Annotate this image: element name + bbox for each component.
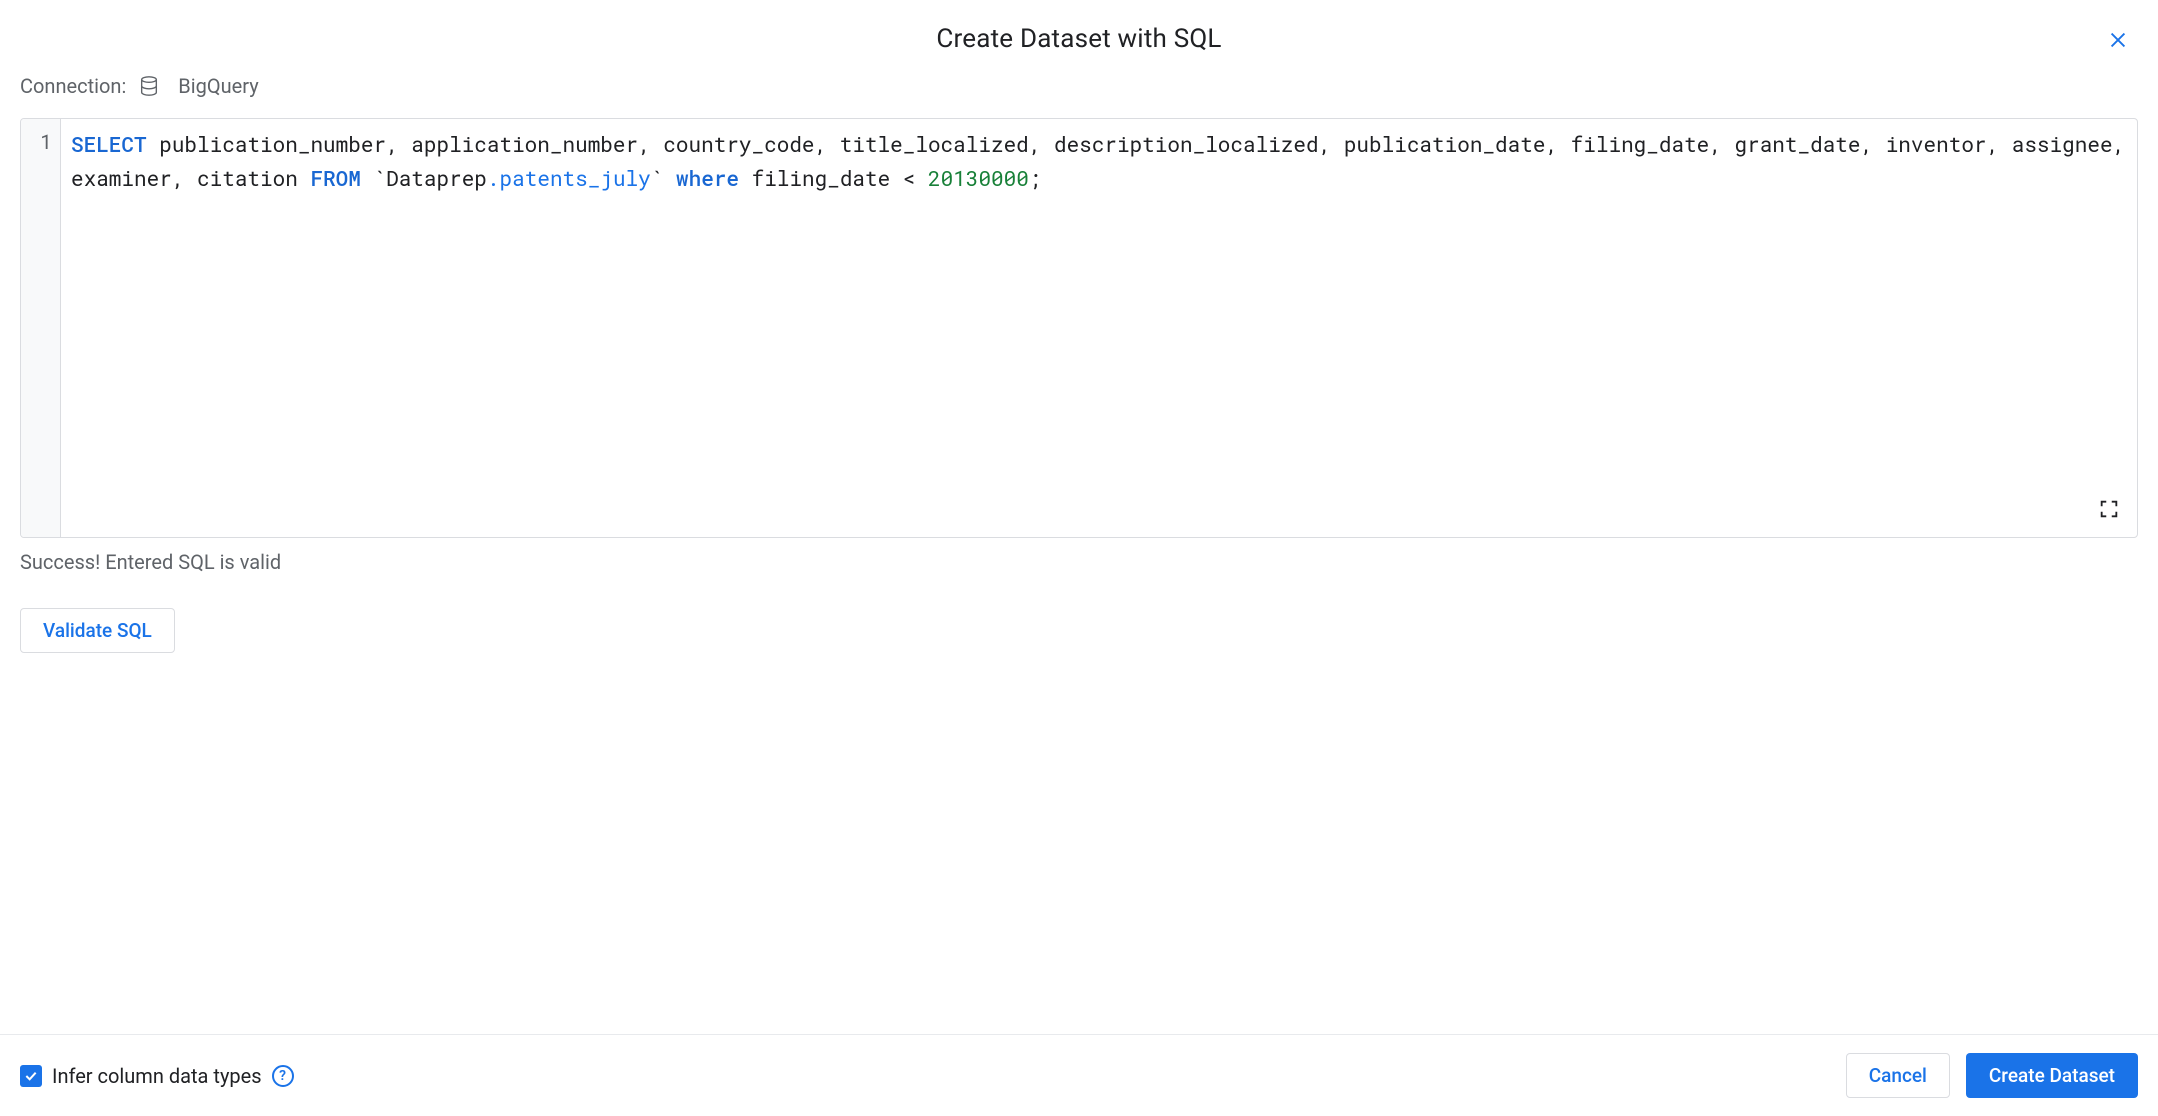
- sql-code-area[interactable]: SELECT publication_number, application_n…: [61, 119, 2137, 537]
- close-icon: [2107, 29, 2129, 51]
- help-icon[interactable]: ?: [272, 1065, 294, 1087]
- footer-left: Infer column data types ?: [20, 1064, 294, 1088]
- connection-name: BigQuery: [178, 74, 258, 98]
- cancel-button[interactable]: Cancel: [1846, 1053, 1950, 1098]
- expand-icon: [2098, 498, 2120, 520]
- connection-label: Connection:: [20, 74, 126, 98]
- sql-condition: filing_date <: [739, 164, 928, 192]
- infer-types-label: Infer column data types: [52, 1064, 262, 1088]
- connection-row: Connection: BigQuery: [20, 74, 2138, 98]
- dialog-header: Create Dataset with SQL: [0, 0, 2158, 74]
- sql-terminator: ;: [1029, 164, 1042, 192]
- sql-keyword-from: FROM: [310, 164, 360, 192]
- dialog-footer: Infer column data types ? Cancel Create …: [0, 1034, 2158, 1116]
- sql-editor: 1 SELECT publication_number, application…: [20, 118, 2138, 538]
- create-dataset-dialog: Create Dataset with SQL Connection: BigQ…: [0, 0, 2158, 1116]
- sql-backtick: `: [361, 164, 386, 192]
- validate-row: Validate SQL: [20, 608, 2138, 653]
- sql-dot: .: [487, 164, 500, 192]
- expand-editor-button[interactable]: [2095, 495, 2123, 523]
- infer-types-checkbox[interactable]: [20, 1065, 42, 1087]
- sql-keyword-where: where: [676, 164, 739, 192]
- validation-status: Success! Entered SQL is valid: [20, 550, 2138, 574]
- sql-number: 20130000: [928, 164, 1029, 192]
- close-button[interactable]: [2106, 28, 2130, 52]
- footer-right: Cancel Create Dataset: [1846, 1053, 2138, 1098]
- line-number: 1: [21, 127, 60, 157]
- dialog-title: Create Dataset with SQL: [20, 24, 2138, 54]
- sql-keyword-select: SELECT: [71, 130, 147, 158]
- checkmark-icon: [23, 1068, 39, 1084]
- create-dataset-button[interactable]: Create Dataset: [1966, 1053, 2138, 1098]
- database-icon: [138, 75, 160, 97]
- editor-gutter: 1: [21, 119, 61, 537]
- dialog-body: Connection: BigQuery 1 SELECT publicatio…: [0, 74, 2158, 1034]
- sql-table: patents_july: [500, 164, 651, 192]
- sql-backtick: `: [651, 164, 676, 192]
- sql-schema: Dataprep: [386, 164, 487, 192]
- validate-sql-button[interactable]: Validate SQL: [20, 608, 175, 653]
